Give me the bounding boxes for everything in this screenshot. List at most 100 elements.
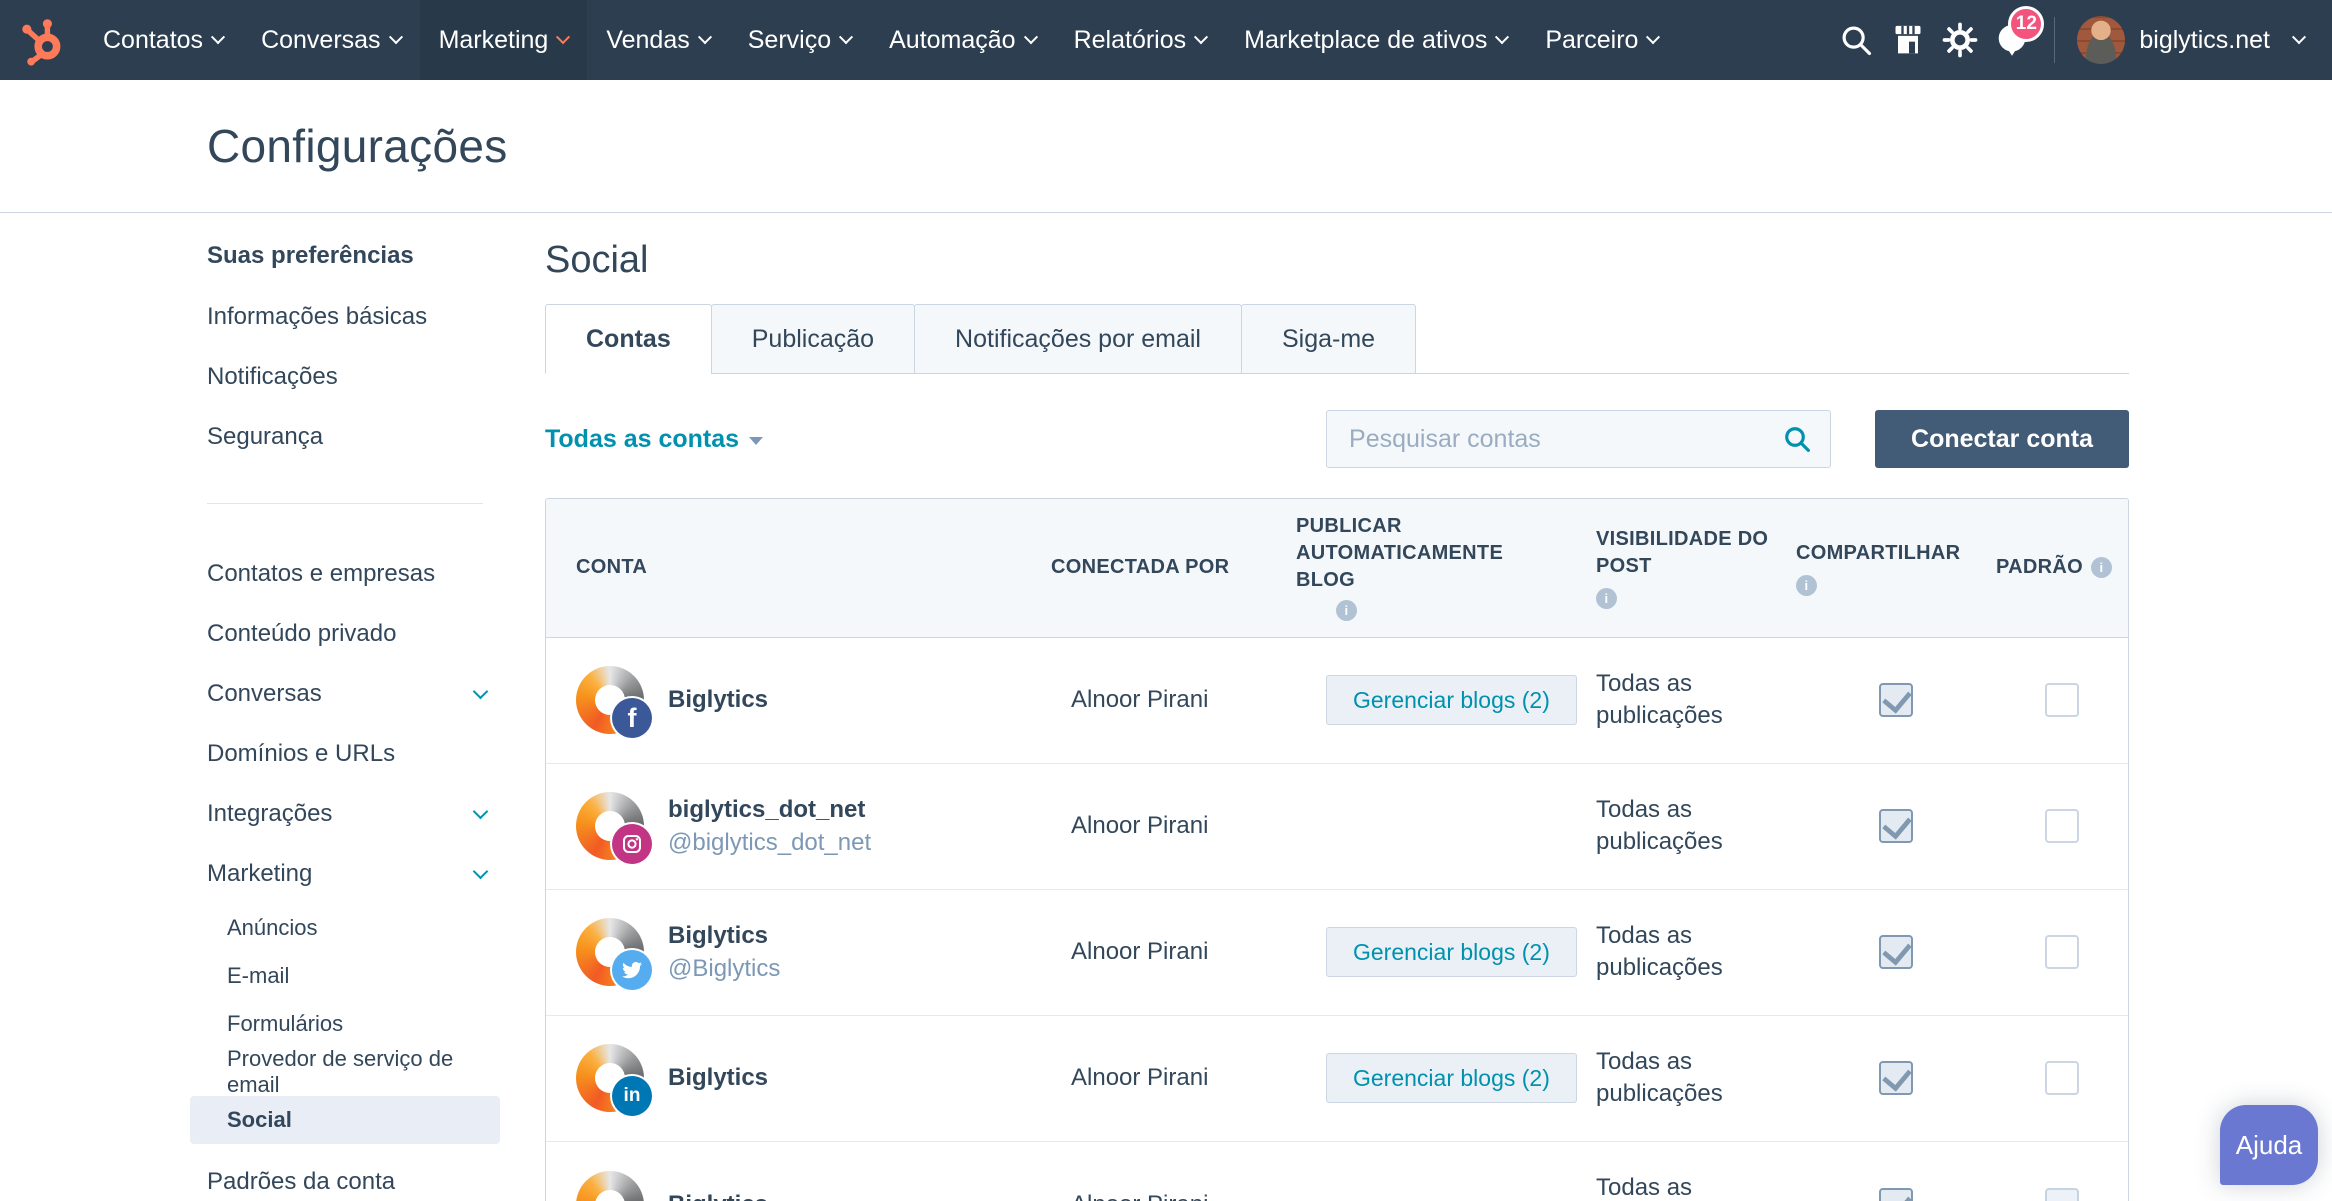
post-visibility: Todas as publicações — [1596, 669, 1723, 730]
connected-by: Alnoor Pirani — [1071, 686, 1209, 714]
default-checkbox[interactable] — [2045, 935, 2079, 970]
column-header-conta: CONTA — [576, 556, 648, 579]
default-checkbox[interactable] — [2045, 1061, 2079, 1096]
instagram-icon — [612, 824, 652, 865]
nav-item-contatos[interactable]: Contatos — [84, 0, 242, 80]
chevron-down-icon — [2291, 30, 2307, 45]
account-row-youtube: Biglytics Alnoor Pirani Todas as publica… — [546, 1141, 2128, 1201]
info-icon[interactable]: i — [1796, 574, 1817, 596]
account-name: Biglytics — [668, 686, 769, 714]
tab-contas[interactable]: Contas — [545, 304, 712, 374]
nav-item-marketing[interactable]: Marketing — [419, 0, 588, 80]
sidebar-item-contatos-e-empresas[interactable]: Contatos e empresas — [190, 544, 500, 604]
sidebar-item-conteudo-privado[interactable]: Conteúdo privado — [190, 604, 500, 664]
share-checkbox[interactable] — [1879, 935, 1913, 970]
account-logo — [576, 792, 652, 865]
search-icon[interactable] — [1781, 423, 1813, 460]
table-header-row: CONTA CONECTADA POR PUBLICAR AUTOMATICAM… — [546, 499, 2128, 638]
account-handle: @biglytics_dot_net — [668, 828, 872, 856]
help-button[interactable]: Ajuda — [2220, 1105, 2318, 1185]
nav-item-servico[interactable]: Serviço — [729, 0, 870, 80]
sidebar-item-seguranca[interactable]: Segurança — [190, 407, 500, 467]
search-icon[interactable] — [1830, 0, 1882, 80]
default-checkbox[interactable] — [2045, 809, 2079, 844]
nav-item-marketplace-de-ativos[interactable]: Marketplace de ativos — [1225, 0, 1526, 80]
connected-by: Alnoor Pirani — [1071, 812, 1209, 840]
chevron-down-icon — [472, 683, 489, 699]
sidebar-item-informacoes-basicas[interactable]: Informações básicas — [190, 287, 500, 347]
account-logo — [576, 1170, 644, 1201]
sidebar-item-formularios[interactable]: Formulários — [190, 1000, 500, 1048]
settings-sidebar: Suas preferências Informações básicas No… — [190, 213, 500, 1201]
account-row-instagram: biglytics_dot_net @biglytics_dot_net Aln… — [546, 763, 2128, 890]
manage-blogs-button[interactable]: Gerenciar blogs (2) — [1326, 675, 1577, 726]
sidebar-item-email[interactable]: E-mail — [190, 952, 500, 1000]
social-settings-panel: Social Contas Publicação Notificações po… — [545, 213, 2129, 1201]
nav-utilities: 12 biglytics.net — [1830, 0, 2332, 80]
chevron-down-icon — [388, 30, 403, 45]
sidebar-item-conversas[interactable]: Conversas — [190, 664, 500, 724]
column-header-publicar-automaticamente-blog: PUBLICAR AUTOMATICAMENTE BLOG i — [1296, 499, 1596, 637]
account-name: Biglytics — [668, 1191, 768, 1201]
sidebar-item-provedor-de-servico-de-email[interactable]: Provedor de serviço de email — [190, 1046, 500, 1097]
sidebar-item-marketing[interactable]: Marketing — [190, 844, 500, 904]
connected-by: Alnoor Pirani — [1071, 938, 1209, 966]
hubspot-sprocket-icon[interactable] — [0, 0, 84, 80]
sidebar-item-integracoes[interactable]: Integrações — [190, 784, 500, 844]
manage-blogs-button[interactable]: Gerenciar blogs (2) — [1326, 927, 1577, 978]
linkedin-icon: in — [612, 1076, 652, 1117]
post-visibility: Todas as publicações — [1596, 795, 1723, 856]
settings-icon[interactable] — [1934, 0, 1986, 80]
accounts-table: CONTA CONECTADA POR PUBLICAR AUTOMATICAM… — [545, 498, 2129, 1201]
account-name: biglytics_dot_net — [668, 795, 866, 823]
marketplace-icon[interactable] — [1882, 0, 1934, 80]
notifications-icon[interactable]: 12 — [1986, 0, 2045, 80]
chevron-down-icon — [1495, 30, 1510, 45]
connected-by: Alnoor Pirani — [1051, 1191, 1296, 1201]
post-visibility: Todas as publicações — [1596, 921, 1723, 982]
connected-by: Alnoor Pirani — [1071, 1064, 1209, 1092]
account-row-linkedin: in Biglytics Alnoor Pirani Gerenciar blo… — [546, 1015, 2128, 1142]
sidebar-item-padroes-da-conta[interactable]: Padrões da conta — [190, 1152, 500, 1201]
chevron-down-icon — [210, 30, 226, 45]
account-name: Biglytics — [668, 1064, 769, 1092]
nav-item-conversas[interactable]: Conversas — [242, 0, 420, 80]
tab-siga-me[interactable]: Siga-me — [1240, 304, 1417, 374]
default-checkbox[interactable] — [2045, 1187, 2079, 1201]
manage-blogs-button[interactable]: Gerenciar blogs (2) — [1326, 1053, 1577, 1104]
social-tabs: Contas Publicação Notificações por email… — [545, 304, 2129, 374]
default-checkbox[interactable] — [2045, 683, 2079, 718]
account-row-facebook: f Biglytics Alnoor Pirani Gerenciar blog… — [546, 637, 2128, 764]
share-checkbox[interactable] — [1879, 809, 1913, 844]
accounts-filter-dropdown[interactable]: Todas as contas — [545, 425, 764, 454]
share-checkbox[interactable] — [1879, 683, 1913, 718]
tab-publicacao[interactable]: Publicação — [710, 304, 916, 374]
facebook-icon: f — [612, 698, 652, 739]
connect-account-button[interactable]: Conectar conta — [1875, 410, 2129, 468]
search-input[interactable] — [1326, 410, 1832, 468]
nav-item-automacao[interactable]: Automação — [870, 0, 1054, 80]
primary-nav: Contatos Conversas Marketing Vendas Serv… — [84, 0, 1677, 80]
info-icon[interactable]: i — [1336, 600, 1357, 621]
chevron-down-icon — [472, 803, 489, 819]
nav-item-parceiro[interactable]: Parceiro — [1526, 0, 1677, 80]
page-title: Configurações — [207, 120, 508, 172]
sidebar-item-notificacoes[interactable]: Notificações — [190, 347, 500, 407]
info-icon[interactable]: i — [2091, 557, 2112, 579]
sidebar-section-suas-preferencias: Suas preferências — [207, 242, 414, 269]
share-checkbox[interactable] — [1879, 1187, 1913, 1201]
account-menu[interactable]: biglytics.net — [2077, 16, 2307, 64]
nav-item-vendas[interactable]: Vendas — [587, 0, 728, 80]
nav-item-relatorios[interactable]: Relatórios — [1055, 0, 1226, 80]
sidebar-item-social[interactable]: Social — [190, 1096, 500, 1144]
hubspot-sprocket-icon — [22, 19, 61, 66]
tab-notificacoes-por-email[interactable]: Notificações por email — [914, 304, 1242, 374]
sidebar-item-anuncios[interactable]: Anúncios — [190, 904, 500, 952]
info-icon[interactable]: i — [1596, 588, 1617, 610]
biglytics-logo-icon — [576, 1170, 644, 1201]
sidebar-item-dominios-e-urls[interactable]: Domínios e URLs — [190, 724, 500, 784]
account-name: biglytics.net — [2139, 25, 2270, 54]
share-checkbox[interactable] — [1879, 1061, 1913, 1096]
account-name: Biglytics — [668, 921, 769, 949]
account-logo: f — [576, 666, 652, 739]
